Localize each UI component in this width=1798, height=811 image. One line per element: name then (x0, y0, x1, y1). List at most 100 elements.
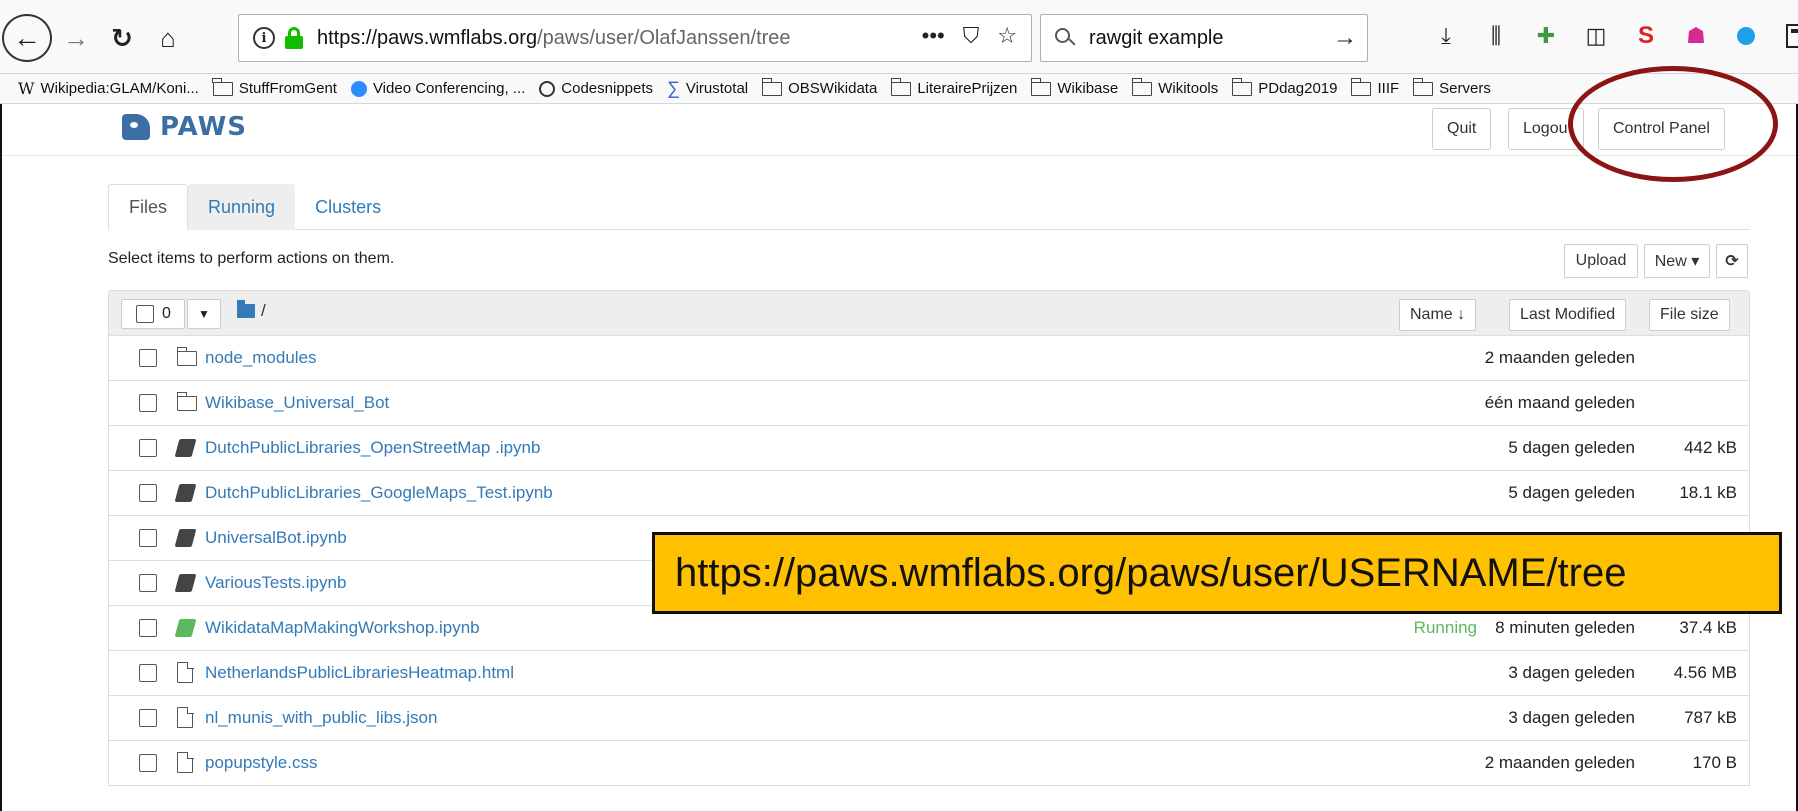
lock-icon (285, 27, 303, 49)
modified-time: 3 dagen geleden (1508, 708, 1635, 727)
extension-blue-icon[interactable] (1730, 20, 1762, 52)
file-link[interactable]: WikidataMapMakingWorkshop.ipynb (205, 618, 480, 638)
info-icon[interactable]: i (253, 27, 275, 49)
bookmark-item[interactable]: LiterairePrijzen (890, 77, 1018, 97)
selected-count: 0 (162, 305, 171, 322)
table-row: nl_munis_with_public_libs.json 3 dagen ge… (108, 696, 1750, 741)
notebook-icon (174, 574, 197, 592)
url-text[interactable]: https://paws.wmflabs.org/paws/user/OlafJ… (317, 27, 791, 50)
paws-page: PAWS Quit Logou Control Panel Files Runn… (0, 66, 1798, 811)
row-checkbox[interactable] (139, 484, 157, 502)
home-icon[interactable]: ⌂ (150, 20, 186, 56)
search-icon (1055, 28, 1076, 48)
search-go-arrow-icon[interactable]: → (1333, 24, 1357, 52)
bookmark-item[interactable]: Wikitools (1131, 77, 1218, 97)
bookmark-label: LiterairePrijzen (917, 80, 1018, 97)
bookmark-label: IIIF (1377, 80, 1400, 97)
sort-by-name-button[interactable]: Name ↓ (1399, 299, 1477, 331)
chevron-down-icon[interactable]: ▼ (187, 299, 221, 329)
modified-time: 8 minuten geleden (1495, 618, 1635, 637)
bookmark-item[interactable]: Video Conferencing, ... (350, 80, 525, 97)
tab-files[interactable]: Files (108, 184, 189, 230)
file-icon (177, 706, 194, 728)
new-dropdown-button[interactable]: New ▾ (1644, 244, 1710, 278)
row-checkbox[interactable] (139, 754, 157, 772)
bookmark-star-icon[interactable]: ☆ (997, 23, 1017, 49)
row-checkbox[interactable] (139, 664, 157, 682)
file-link[interactable]: popupstyle.css (205, 753, 317, 773)
row-checkbox[interactable] (139, 394, 157, 412)
bookmark-item[interactable]: IIIF (1350, 77, 1400, 97)
bookmark-item[interactable]: OBSWikidata (761, 77, 877, 97)
quit-button[interactable]: Quit (1432, 108, 1492, 150)
table-row: DutchPublicLibraries_GoogleMaps_Test.ipy… (108, 471, 1750, 516)
bookmark-label: PDdag2019 (1258, 80, 1338, 97)
folder-icon (237, 300, 255, 318)
library-icon[interactable]: ⫼ (1480, 20, 1512, 52)
row-checkbox[interactable] (139, 439, 157, 457)
sigma-icon: ∑ (667, 78, 680, 98)
file-size: 4.56 MB (1673, 663, 1737, 682)
tab-bar: Files Running Clusters (108, 184, 1750, 230)
row-checkbox[interactable] (139, 574, 157, 592)
folder-icon (176, 392, 197, 411)
calculator-icon[interactable] (1780, 20, 1798, 52)
sort-by-modified-button[interactable]: Last Modified (1509, 299, 1627, 331)
extension-ghost-icon[interactable]: ☗ (1680, 20, 1712, 52)
address-bar[interactable]: i https://paws.wmflabs.org/paws/user/Ola… (238, 14, 1032, 62)
search-bar[interactable]: rawgit example → (1040, 14, 1368, 62)
row-checkbox[interactable] (139, 619, 157, 637)
paws-logo[interactable]: PAWS (122, 112, 247, 142)
row-checkbox[interactable] (139, 709, 157, 727)
folder-icon (176, 347, 197, 366)
bookmark-item[interactable]: ∑ Virustotal (667, 78, 748, 99)
url-domain: https://paws.wmflabs.org (317, 26, 538, 49)
tab-clusters[interactable]: Clusters (295, 184, 401, 230)
extension-s-icon[interactable]: S (1630, 20, 1662, 52)
modified-time: 2 maanden geleden (1484, 348, 1635, 367)
file-link[interactable]: nl_munis_with_public_libs.json (205, 708, 437, 728)
extension-plus-icon[interactable]: ✚ (1530, 20, 1562, 52)
control-panel-highlight (1568, 66, 1778, 182)
bookmark-item[interactable]: Wikibase (1030, 77, 1118, 97)
file-size: 37.4 kB (1679, 618, 1737, 637)
select-all-checkbox[interactable] (136, 305, 154, 323)
refresh-icon[interactable]: ⟳ (1716, 244, 1748, 278)
file-link[interactable]: UniversalBot.ipynb (205, 528, 347, 548)
page-actions-icon[interactable]: ••• (922, 23, 945, 49)
bookmark-item[interactable]: PDdag2019 (1231, 77, 1338, 97)
bookmark-label: Virustotal (685, 80, 749, 97)
browser-toolbar: ← → ↻ ⌂ i https://paws.wmflabs.org/paws/… (0, 0, 1798, 74)
modified-time: één maand geleden (1484, 393, 1635, 412)
row-checkbox[interactable] (139, 349, 157, 367)
download-icon[interactable]: ⤓ (1430, 20, 1462, 52)
file-link[interactable]: VariousTests.ipynb (205, 573, 346, 593)
breadcrumb[interactable]: / (237, 300, 266, 321)
bookmark-item[interactable]: Codesnippets (539, 80, 653, 97)
search-input[interactable]: rawgit example (1089, 27, 1224, 50)
select-all-control[interactable]: 0 (121, 299, 185, 329)
tab-running[interactable]: Running (188, 184, 296, 230)
file-link[interactable]: DutchPublicLibraries_OpenStreetMap .ipyn… (205, 438, 540, 458)
file-link[interactable]: Wikibase_Universal_Bot (205, 393, 389, 413)
bookmark-item[interactable]: StuffFromGent (212, 77, 337, 97)
file-link[interactable]: node_modules (205, 348, 317, 368)
back-arrow-icon[interactable]: ← (2, 14, 52, 62)
sidebar-icon[interactable]: ◫ (1580, 20, 1612, 52)
table-row: popupstyle.css 2 maanden geleden 170 B (108, 741, 1750, 786)
bookmark-item[interactable]: Servers (1412, 77, 1491, 97)
pocket-icon[interactable]: ⛉ (963, 23, 980, 49)
file-link[interactable]: NetherlandsPublicLibrariesHeatmap.html (205, 663, 514, 683)
file-link[interactable]: DutchPublicLibraries_GoogleMaps_Test.ipy… (205, 483, 553, 503)
sort-by-size-button[interactable]: File size (1649, 299, 1730, 331)
folder-icon (212, 77, 233, 96)
modified-time: 5 dagen geleden (1508, 438, 1635, 457)
upload-button[interactable]: Upload (1564, 244, 1638, 278)
row-checkbox[interactable] (139, 529, 157, 547)
reload-icon[interactable]: ↻ (104, 20, 140, 56)
file-size: 787 kB (1684, 708, 1737, 727)
forward-arrow-icon[interactable]: → (58, 20, 94, 56)
table-row: node_modules 2 maanden geleden (108, 336, 1750, 381)
modified-time: 5 dagen geleden (1508, 483, 1635, 502)
bookmark-item[interactable]: W Wikipedia:GLAM/Koni... (18, 79, 199, 98)
